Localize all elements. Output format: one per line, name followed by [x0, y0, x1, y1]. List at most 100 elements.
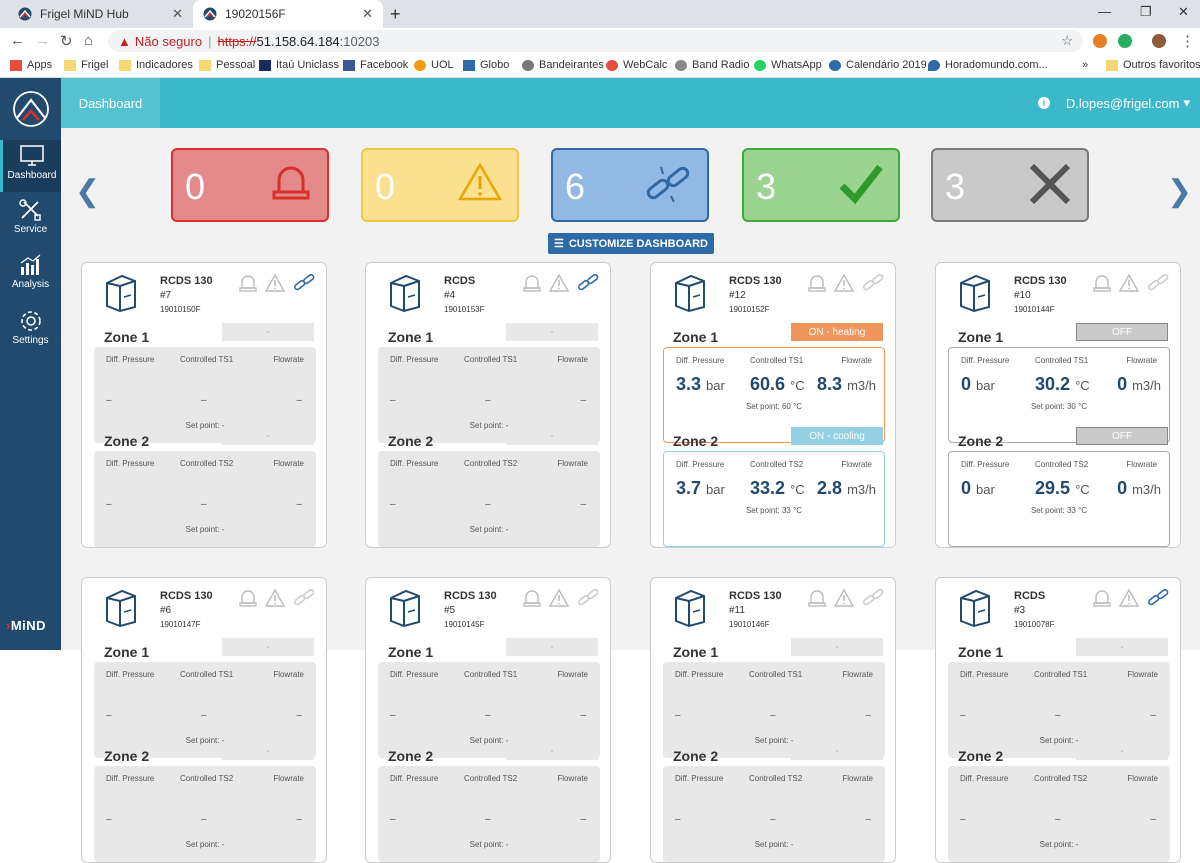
machine-number: #7	[160, 290, 172, 301]
machine-card[interactable]: RCDS 130 #10 19010144F Zone 1 OFF Diff. Pres…	[935, 262, 1181, 548]
bookmark-star-icon[interactable]: ☆	[1061, 33, 1073, 49]
machine-serial: 19010144F	[1014, 305, 1055, 314]
diff-pressure-label: Diff. Pressure	[390, 670, 439, 679]
address-bar-row: ← → ↻ ⌂ ▲ Não seguro | https:// 51.158.6…	[0, 28, 1200, 54]
forward-arrow-icon[interactable]: →	[35, 32, 50, 49]
dashboard-main: ❮ ❯ 0 0 6 3 3 ☰ CUSTOMIZE DASHBOARD RCDS 130…	[61, 128, 1200, 863]
zone-status-badge: -	[791, 742, 883, 760]
extension-icon[interactable]	[1118, 34, 1132, 48]
zone-title: Zone 1	[673, 644, 719, 660]
summary-card-warning[interactable]: 0	[361, 148, 519, 222]
avatar[interactable]	[1152, 34, 1166, 48]
bookmark-apps[interactable]: Apps	[10, 59, 52, 71]
flow-value: 2.8 m3/h	[817, 478, 876, 498]
zone-title: Zone 1	[958, 329, 1004, 345]
machine-device-icon	[388, 273, 422, 318]
back-arrow-icon[interactable]: ←	[10, 32, 25, 49]
tab-dashboard[interactable]: Dashboard	[61, 78, 160, 128]
bookmark-item[interactable]: Bandeirantes	[522, 59, 604, 71]
zone-status-badge: -	[222, 638, 314, 656]
machine-serial: 19010145F	[444, 620, 485, 629]
machine-number: #12	[729, 290, 746, 301]
new-tab-icon[interactable]: +	[390, 4, 401, 25]
minimize-icon[interactable]: —	[1098, 4, 1111, 19]
bookmark-item[interactable]: Facebook	[343, 59, 408, 71]
user-menu[interactable]: i D.lopes@frigel.com ▾	[1037, 95, 1190, 111]
bookmark-item[interactable]: Calendário 2019	[829, 59, 927, 71]
alarm-icon	[239, 590, 257, 607]
flow-value: –	[865, 814, 871, 825]
bookmark-item[interactable]: Indicadores	[119, 59, 193, 71]
zone-status-badge: -	[1076, 742, 1168, 760]
machine-card[interactable]: RCDS #3 19010078F Zone 1 - Diff. Pressure Con…	[935, 577, 1181, 863]
prev-arrow-icon[interactable]: ❮	[75, 174, 100, 209]
frigel-logo-icon[interactable]	[12, 90, 50, 128]
machine-card[interactable]: RCDS 130 #7 19010150F Zone 1 - Diff. Pressur…	[81, 262, 327, 548]
maximize-icon[interactable]: ❐	[1140, 4, 1152, 20]
bookmark-other-folder[interactable]: Outros favoritos	[1106, 59, 1200, 71]
summary-card-disconnected[interactable]: 6	[551, 148, 709, 222]
url-input[interactable]: ▲ Não seguro | https:// 51.158.64.184 :1…	[108, 30, 1083, 52]
warning-icon	[548, 273, 570, 292]
next-arrow-icon[interactable]: ❯	[1167, 174, 1192, 209]
zone-status-badge: OFF	[1076, 323, 1168, 341]
bookmark-item[interactable]: Globo	[463, 59, 509, 71]
sidebar-item-settings[interactable]: Settings	[0, 305, 61, 357]
warning-icon	[1118, 588, 1140, 607]
machine-serial: 19010150F	[160, 305, 201, 314]
browser-tab-title: 19020156F	[225, 7, 286, 21]
diff-pressure-label: Diff. Pressure	[106, 355, 155, 364]
bookmark-item[interactable]: WebCalc	[606, 59, 667, 71]
machine-card[interactable]: RCDS #4 19010153F Zone 1 - Diff. Pressure Con…	[365, 262, 611, 548]
machine-card[interactable]: RCDS 130 #5 19010145F Zone 1 - Diff. Pressur…	[365, 577, 611, 863]
sidebar-item-service[interactable]: Service	[0, 194, 61, 246]
bookmark-item[interactable]: WhatsApp	[754, 59, 822, 71]
controlled-ts-label: Controlled TS1	[1034, 670, 1088, 679]
zone-readings: Diff. Pressure Controlled TS2 Flowrate – – – S…	[378, 766, 600, 862]
whatsapp-icon	[754, 59, 766, 71]
browser-tab-2[interactable]: 19020156F ✕	[193, 0, 383, 28]
app-sidebar: Dashboard Service Analysis Settings ›MiN…	[0, 78, 61, 650]
alarm-icon	[808, 590, 826, 607]
close-tab-icon[interactable]: ✕	[362, 6, 373, 22]
machine-card[interactable]: RCDS 130 #11 19010146F Zone 1 - Diff. Pressu…	[650, 577, 896, 863]
bookmark-item[interactable]: Itaú Uniclass	[259, 59, 339, 71]
info-icon[interactable]: i	[1037, 97, 1050, 109]
temperature-value: –	[770, 710, 776, 721]
bookmark-item[interactable]: UOL	[414, 59, 454, 71]
zone-title: Zone 2	[958, 748, 1004, 764]
menu-kebab-icon[interactable]: ⋮	[1180, 32, 1195, 50]
machine-status-icons	[1092, 273, 1170, 293]
machine-status-icons	[238, 273, 316, 293]
bookmark-item[interactable]: Horadomundo.com...	[928, 59, 1048, 71]
separator: |	[208, 33, 212, 49]
machine-number: #10	[1014, 290, 1031, 301]
summary-card-ok-check[interactable]: 3	[742, 148, 900, 222]
frigel-favicon-icon	[18, 7, 32, 21]
machine-card[interactable]: RCDS 130 #12 19010152F Zone 1 ON - heating D…	[650, 262, 896, 548]
home-icon[interactable]: ⌂	[84, 32, 93, 49]
customize-dashboard-button[interactable]: ☰ CUSTOMIZE DASHBOARD	[548, 233, 714, 254]
summary-card-alarm[interactable]: 0	[171, 148, 329, 222]
bookmark-item[interactable]: Band Radio	[675, 59, 750, 71]
flow-value: 0 m3/h	[1117, 478, 1161, 498]
flowrate-label: Flowrate	[557, 355, 588, 364]
bookmarks-more-icon[interactable]: »	[1082, 59, 1088, 71]
close-tab-icon[interactable]: ✕	[172, 6, 183, 22]
summary-count: 3	[945, 166, 966, 207]
pressure-value: 3.3 bar	[676, 374, 725, 394]
sidebar-item-dashboard[interactable]: Dashboard	[0, 140, 61, 192]
sidebar-item-analysis[interactable]: Analysis	[0, 249, 61, 301]
machine-card[interactable]: RCDS 130 #6 19010147F Zone 1 - Diff. Pressur…	[81, 577, 327, 863]
pressure-value: 3.7 bar	[676, 478, 725, 498]
extension-icon[interactable]	[1093, 34, 1107, 48]
disconnected-icon	[1148, 588, 1169, 606]
bookmark-item[interactable]: Pessoal	[199, 59, 255, 71]
summary-card-offline-x[interactable]: 3	[931, 148, 1089, 222]
browser-tab-bar: Frigel MiND Hub ✕ 19020156F ✕ + — ❐ ✕	[0, 0, 1200, 28]
bookmark-item[interactable]: Frigel	[64, 59, 109, 71]
reload-icon[interactable]: ↻	[60, 32, 73, 50]
diff-pressure-label: Diff. Pressure	[106, 670, 155, 679]
window-close-icon[interactable]: ✕	[1178, 4, 1189, 20]
browser-tab-1[interactable]: Frigel MiND Hub ✕	[8, 0, 193, 28]
